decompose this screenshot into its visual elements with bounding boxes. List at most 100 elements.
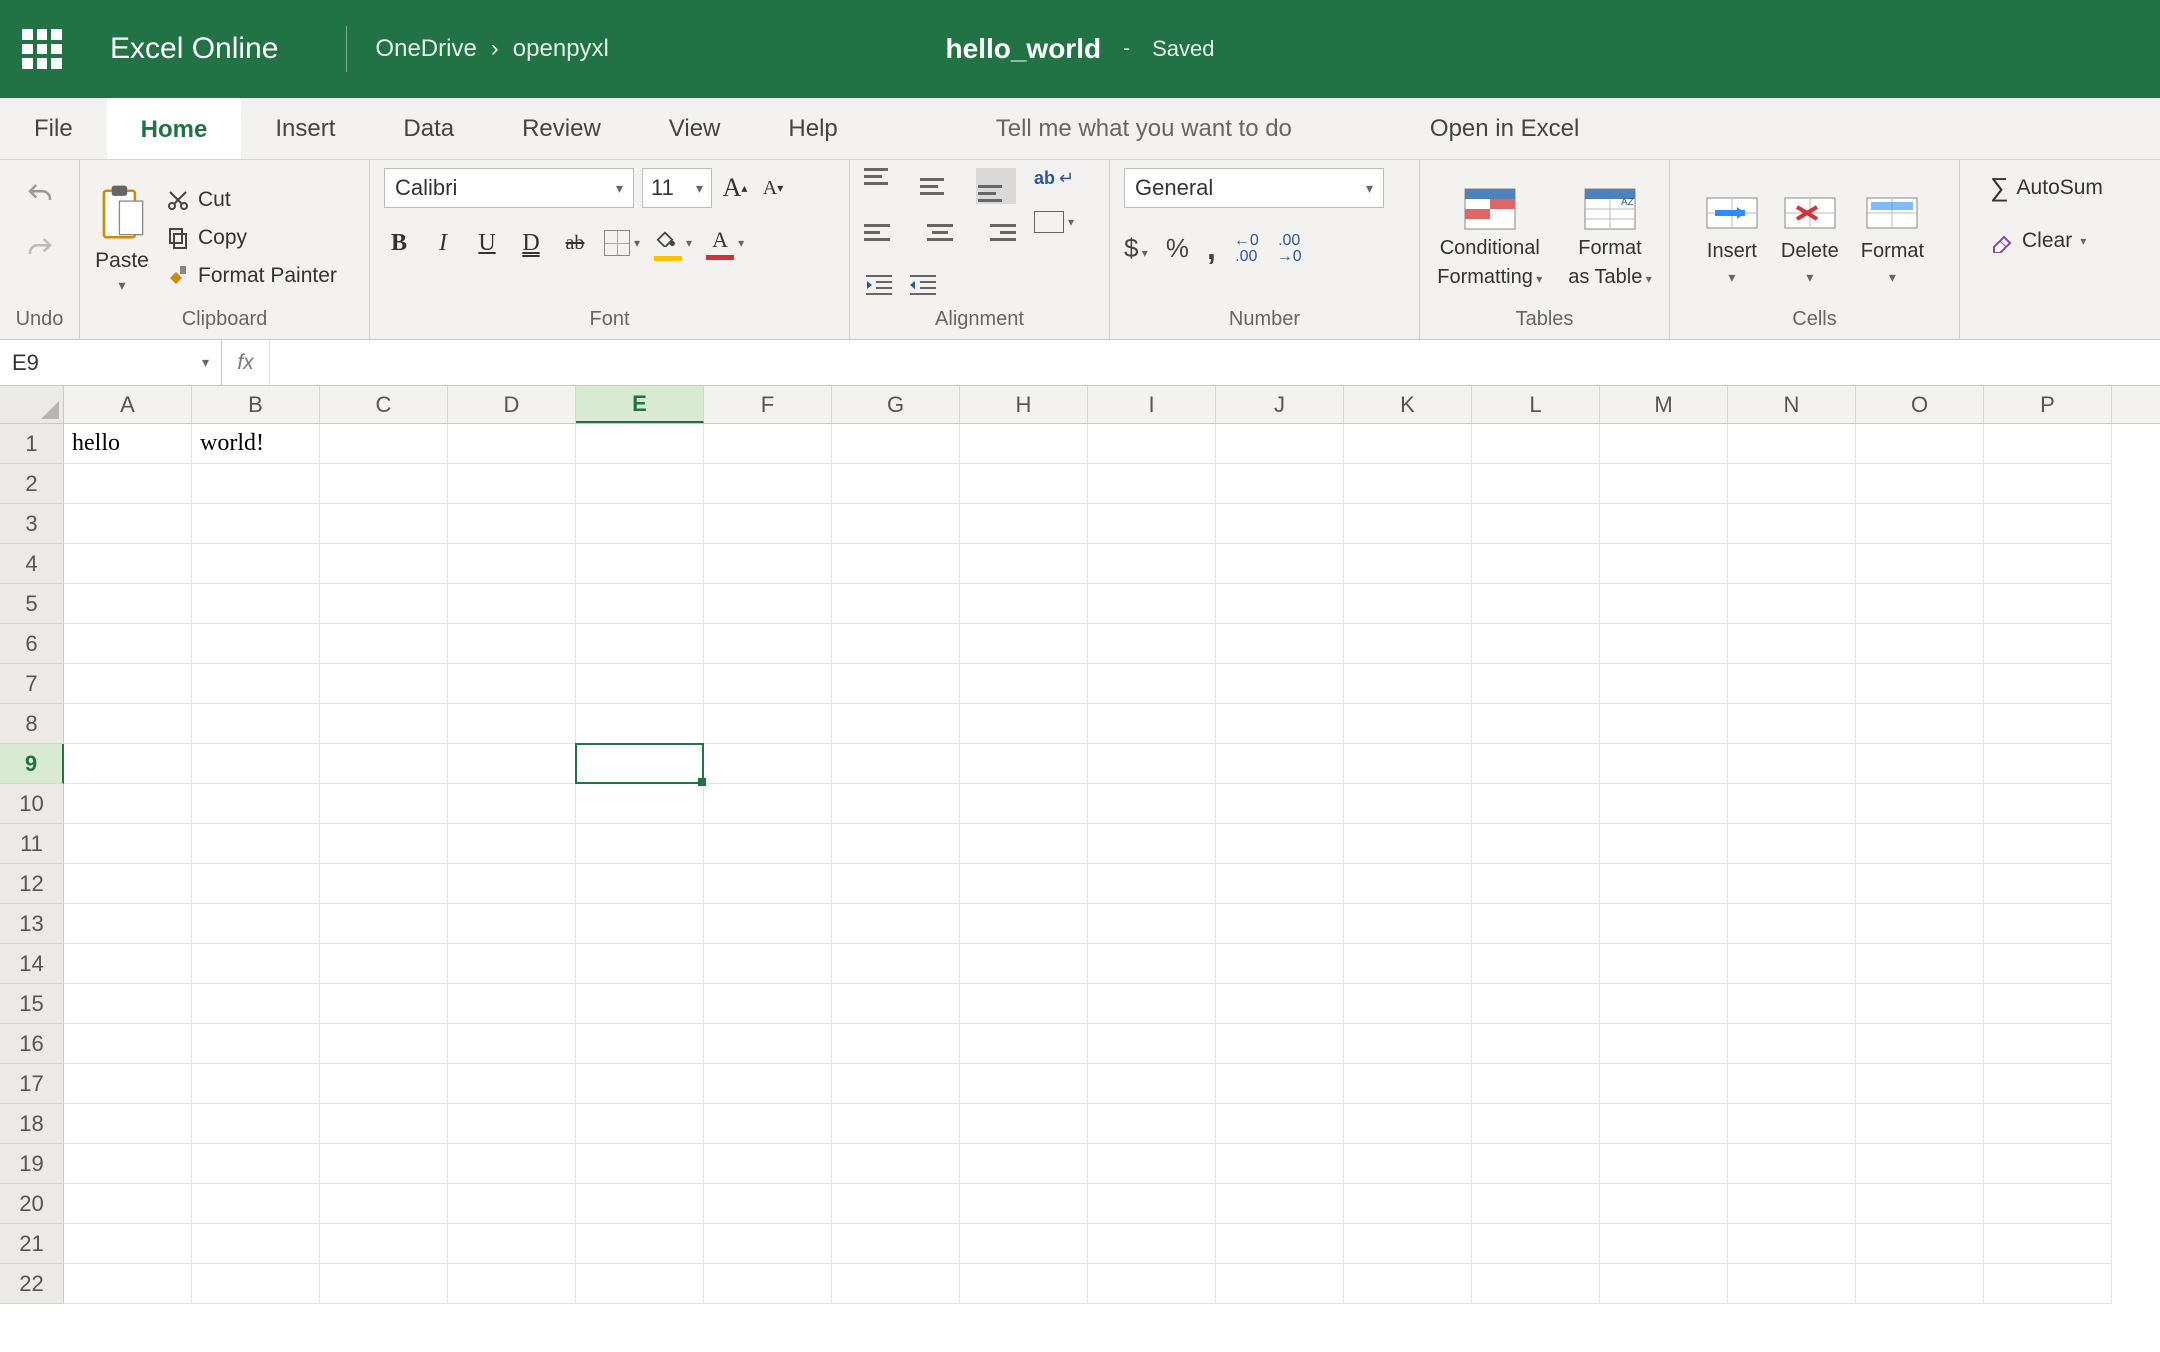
cell-D14[interactable] (448, 944, 576, 984)
cell-F14[interactable] (704, 944, 832, 984)
cell-N9[interactable] (1728, 744, 1856, 784)
cut-button[interactable]: Cut (160, 184, 343, 216)
cell-F4[interactable] (704, 544, 832, 584)
insert-cells-button[interactable]: Insert▾ (1705, 190, 1759, 286)
column-header-N[interactable]: N (1728, 386, 1856, 423)
font-color-button[interactable]: A (706, 228, 744, 258)
cell-L11[interactable] (1472, 824, 1600, 864)
cell-C19[interactable] (320, 1144, 448, 1184)
cell-P12[interactable] (1984, 864, 2112, 904)
format-cells-button[interactable]: Format▾ (1861, 190, 1924, 286)
cell-C1[interactable] (320, 424, 448, 464)
paste-button[interactable]: Paste (95, 249, 149, 273)
tell-me-search[interactable]: Tell me what you want to do (962, 98, 1326, 159)
column-header-P[interactable]: P (1984, 386, 2112, 423)
cell-C21[interactable] (320, 1224, 448, 1264)
cell-O14[interactable] (1856, 944, 1984, 984)
cell-C11[interactable] (320, 824, 448, 864)
cell-C6[interactable] (320, 624, 448, 664)
row-header-2[interactable]: 2 (0, 464, 64, 504)
cell-P22[interactable] (1984, 1264, 2112, 1304)
cell-L6[interactable] (1472, 624, 1600, 664)
cell-C16[interactable] (320, 1024, 448, 1064)
cell-D4[interactable] (448, 544, 576, 584)
cell-H12[interactable] (960, 864, 1088, 904)
cell-A1[interactable]: hello (64, 424, 192, 464)
cell-E17[interactable] (576, 1064, 704, 1104)
cell-M7[interactable] (1600, 664, 1728, 704)
cell-H19[interactable] (960, 1144, 1088, 1184)
row-header-1[interactable]: 1 (0, 424, 64, 464)
cell-O1[interactable] (1856, 424, 1984, 464)
cell-B12[interactable] (192, 864, 320, 904)
cell-B19[interactable] (192, 1144, 320, 1184)
cell-M6[interactable] (1600, 624, 1728, 664)
cell-N2[interactable] (1728, 464, 1856, 504)
cell-O16[interactable] (1856, 1024, 1984, 1064)
column-header-L[interactable]: L (1472, 386, 1600, 423)
cell-M14[interactable] (1600, 944, 1728, 984)
cell-I5[interactable] (1088, 584, 1216, 624)
cell-D22[interactable] (448, 1264, 576, 1304)
cell-E10[interactable] (576, 784, 704, 824)
cell-M20[interactable] (1600, 1184, 1728, 1224)
cell-A17[interactable] (64, 1064, 192, 1104)
cell-O5[interactable] (1856, 584, 1984, 624)
cell-A8[interactable] (64, 704, 192, 744)
cell-H14[interactable] (960, 944, 1088, 984)
cell-J1[interactable] (1216, 424, 1344, 464)
cell-I13[interactable] (1088, 904, 1216, 944)
cell-J11[interactable] (1216, 824, 1344, 864)
cell-N20[interactable] (1728, 1184, 1856, 1224)
cell-I18[interactable] (1088, 1104, 1216, 1144)
row-header-7[interactable]: 7 (0, 664, 64, 704)
cell-I17[interactable] (1088, 1064, 1216, 1104)
cell-P20[interactable] (1984, 1184, 2112, 1224)
cell-B10[interactable] (192, 784, 320, 824)
cell-O20[interactable] (1856, 1184, 1984, 1224)
cell-H8[interactable] (960, 704, 1088, 744)
cell-E7[interactable] (576, 664, 704, 704)
cell-N6[interactable] (1728, 624, 1856, 664)
cell-N18[interactable] (1728, 1104, 1856, 1144)
cell-F18[interactable] (704, 1104, 832, 1144)
cell-O19[interactable] (1856, 1144, 1984, 1184)
cell-E6[interactable] (576, 624, 704, 664)
row-header-10[interactable]: 10 (0, 784, 64, 824)
cell-M8[interactable] (1600, 704, 1728, 744)
cell-F16[interactable] (704, 1024, 832, 1064)
cell-L21[interactable] (1472, 1224, 1600, 1264)
font-size-select[interactable]: 11▾ (642, 168, 712, 208)
column-header-D[interactable]: D (448, 386, 576, 423)
cell-G11[interactable] (832, 824, 960, 864)
cell-J8[interactable] (1216, 704, 1344, 744)
cell-K7[interactable] (1344, 664, 1472, 704)
cell-B11[interactable] (192, 824, 320, 864)
underline-button[interactable]: U (472, 228, 502, 258)
double-underline-button[interactable]: D (516, 228, 546, 258)
cell-L18[interactable] (1472, 1104, 1600, 1144)
paste-dropdown[interactable]: ▾ (118, 277, 125, 294)
cell-K8[interactable] (1344, 704, 1472, 744)
cell-L5[interactable] (1472, 584, 1600, 624)
cell-G3[interactable] (832, 504, 960, 544)
align-bottom-button[interactable] (976, 168, 1016, 204)
cell-I15[interactable] (1088, 984, 1216, 1024)
cell-K16[interactable] (1344, 1024, 1472, 1064)
cell-K14[interactable] (1344, 944, 1472, 984)
cell-C13[interactable] (320, 904, 448, 944)
cell-J3[interactable] (1216, 504, 1344, 544)
cell-G15[interactable] (832, 984, 960, 1024)
cell-J4[interactable] (1216, 544, 1344, 584)
fx-icon[interactable]: fx (222, 340, 270, 385)
cell-J20[interactable] (1216, 1184, 1344, 1224)
cell-H5[interactable] (960, 584, 1088, 624)
cell-H9[interactable] (960, 744, 1088, 784)
cell-I12[interactable] (1088, 864, 1216, 904)
row-header-9[interactable]: 9 (0, 744, 64, 784)
cell-A18[interactable] (64, 1104, 192, 1144)
undo-button[interactable] (23, 178, 57, 212)
cell-K19[interactable] (1344, 1144, 1472, 1184)
cell-N19[interactable] (1728, 1144, 1856, 1184)
cell-L12[interactable] (1472, 864, 1600, 904)
